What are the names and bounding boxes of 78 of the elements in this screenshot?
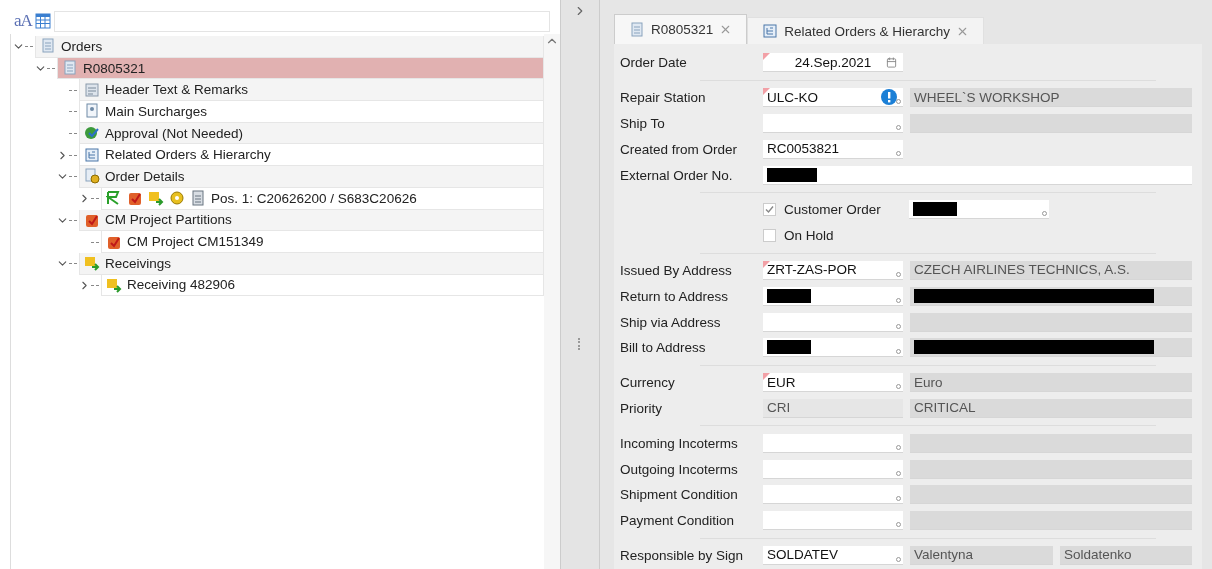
field-label: Payment Condition	[620, 513, 736, 529]
input-field[interactable]	[763, 114, 903, 133]
tree-item[interactable]: CM Project CM151349	[101, 231, 544, 253]
input-field[interactable]	[763, 312, 903, 332]
tab[interactable]: Related Orders & Hierarchy	[747, 17, 985, 44]
field-label: Bill to Address	[620, 340, 707, 356]
tree-item[interactable]: Related Orders & Hierarchy	[79, 144, 544, 167]
input-field[interactable]: ZRT-ZAS-POR	[763, 260, 903, 280]
calendar-icon[interactable]	[886, 56, 897, 68]
field-label: Ship via Address	[620, 314, 722, 330]
input-field[interactable]: SOLDATEV	[763, 545, 903, 565]
display-field: CRI	[763, 398, 903, 418]
box-arrow-icon	[106, 276, 122, 293]
input-field[interactable]	[763, 165, 1192, 185]
input-field[interactable]	[763, 485, 903, 505]
grid-icon[interactable]	[34, 13, 51, 29]
field-label: Return to Address	[620, 288, 730, 304]
tree-item[interactable]: Receivings	[79, 252, 544, 275]
field-label: Shipment Condition	[620, 487, 739, 503]
date-field[interactable]: 24.Sep.2021	[763, 53, 903, 73]
document-icon	[629, 21, 645, 38]
tree-item[interactable]: Orders	[35, 36, 544, 58]
font-button[interactable]: aA	[14, 11, 32, 31]
field-label: Order Date	[620, 55, 688, 71]
document-icon	[62, 60, 78, 77]
field-label: Created from Order	[620, 141, 739, 157]
tab[interactable]: R0805321	[614, 14, 748, 44]
field-label: Repair Station	[620, 90, 707, 106]
display-field: Euro	[910, 373, 1192, 393]
display-field: WHEEL`S WORKSHOP	[910, 88, 1192, 108]
filter-field[interactable]	[53, 10, 550, 32]
checkbox[interactable]	[763, 203, 776, 217]
input-field[interactable]	[763, 433, 903, 453]
tree-item[interactable]: Approval (Not Needed)	[79, 122, 544, 145]
r-flag-icon	[106, 190, 122, 207]
box-arrow-icon	[84, 255, 100, 272]
field-label: Outgoing Incoterms	[620, 461, 739, 477]
display-field: Soldatenko	[1060, 545, 1192, 565]
input-field[interactable]	[909, 200, 1049, 220]
display-field: CZECH AIRLINES TECHNICS, A.S.	[910, 260, 1192, 280]
tree-item[interactable]: Order Details	[79, 166, 544, 188]
display-field: Valentyna	[910, 545, 1053, 565]
clipboard-check-icon	[127, 190, 143, 207]
checkbox[interactable]	[763, 229, 776, 243]
field-label: Incoming Incoterms	[620, 435, 739, 451]
gear-icon	[169, 190, 185, 207]
input-field[interactable]	[763, 511, 903, 531]
checkbox-label: Customer Order	[784, 202, 881, 218]
input-field[interactable]: ULC-KO	[763, 88, 903, 108]
input-field[interactable]	[763, 459, 903, 479]
tree-item[interactable]: Header Text & Remarks	[79, 79, 544, 102]
field-label: Priority	[620, 400, 663, 416]
document-icon	[84, 103, 100, 120]
checkbox-label: On Hold	[784, 228, 834, 244]
document-gear-icon	[84, 168, 100, 185]
document-icon	[40, 38, 56, 55]
text-document-icon	[84, 81, 100, 98]
tree-item[interactable]: CM Project Partitions	[79, 209, 544, 232]
document-icon	[190, 190, 206, 207]
tree-item[interactable]: Receiving 482906	[101, 274, 544, 297]
list-icon	[84, 146, 100, 163]
tree-item[interactable]: Pos. 1: C20626200 / S683C20626	[101, 187, 544, 210]
input-field[interactable]	[763, 286, 903, 306]
tree-item[interactable]: Main Surcharges	[79, 101, 544, 123]
field-label: Currency	[620, 375, 676, 391]
list-icon	[762, 23, 779, 39]
box-arrow-icon	[148, 190, 164, 207]
splitter-handle[interactable]	[578, 338, 582, 350]
input-field[interactable]	[763, 338, 903, 358]
field-label: External Order No.	[620, 167, 734, 183]
input-field[interactable]: RC0053821	[763, 139, 903, 159]
field-label: Ship To	[620, 116, 666, 131]
check-circle-icon	[84, 125, 100, 142]
field-label: Responsible by Sign	[620, 547, 745, 563]
tree-item[interactable]: R0805321	[57, 57, 544, 80]
field-label: Issued By Address	[620, 262, 733, 278]
display-field: CRITICAL	[910, 398, 1192, 418]
input-field[interactable]: EUR	[763, 373, 903, 393]
